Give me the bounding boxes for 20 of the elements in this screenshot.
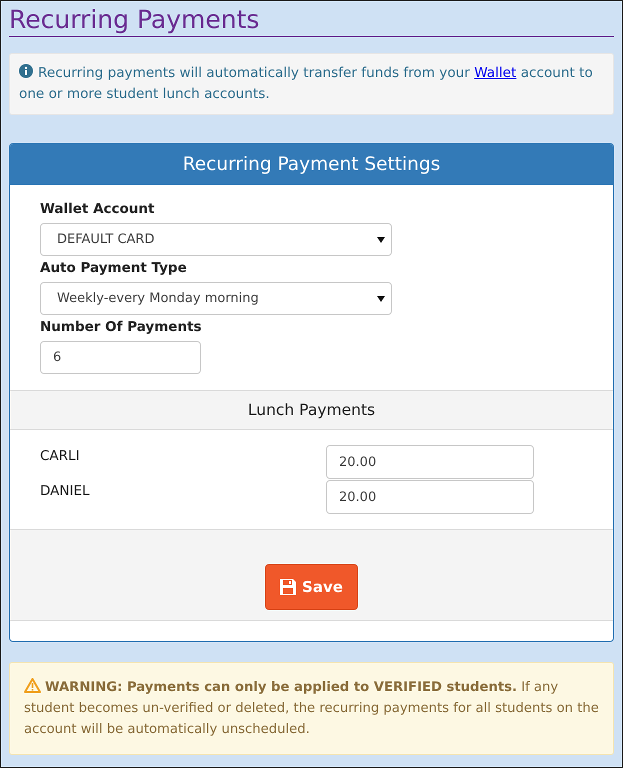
wallet-link[interactable]: Wallet bbox=[474, 65, 516, 81]
field-label: Auto Payment Type bbox=[40, 260, 188, 276]
panel-title: Recurring Payment Settings bbox=[10, 144, 613, 185]
info-text: Recurring payments will automatically transfer funds from your Wallet account to one or more student lunch accounts. bbox=[19, 63, 594, 104]
amount-field[interactable]: 20.00 bbox=[326, 445, 534, 479]
amount-field[interactable]: 20.00 bbox=[326, 480, 534, 514]
warning-icon bbox=[24, 678, 41, 693]
input-field[interactable]: 6 bbox=[40, 341, 201, 374]
warning-text: WARNING: Payments can only be applied to VERIFIED students. If any student becomes un-verified or deleted, the recurring payments for all students on the account will be automatically unscheduled. bbox=[24, 677, 599, 739]
info-icon bbox=[19, 64, 33, 78]
student-name: DANIEL bbox=[40, 482, 91, 499]
caret-icon bbox=[377, 236, 385, 242]
select-field[interactable]: Weekly-every Monday morning bbox=[40, 282, 392, 315]
select-field[interactable]: DEFAULT CARD bbox=[40, 223, 392, 256]
student-name: CARLI bbox=[40, 447, 81, 464]
section-header: Lunch Payments bbox=[10, 390, 613, 430]
caret-icon bbox=[377, 296, 385, 302]
field-label: Wallet Account bbox=[40, 201, 156, 217]
page-title: Recurring Payments bbox=[9, 5, 614, 37]
field-label: Number Of Payments bbox=[40, 319, 203, 335]
